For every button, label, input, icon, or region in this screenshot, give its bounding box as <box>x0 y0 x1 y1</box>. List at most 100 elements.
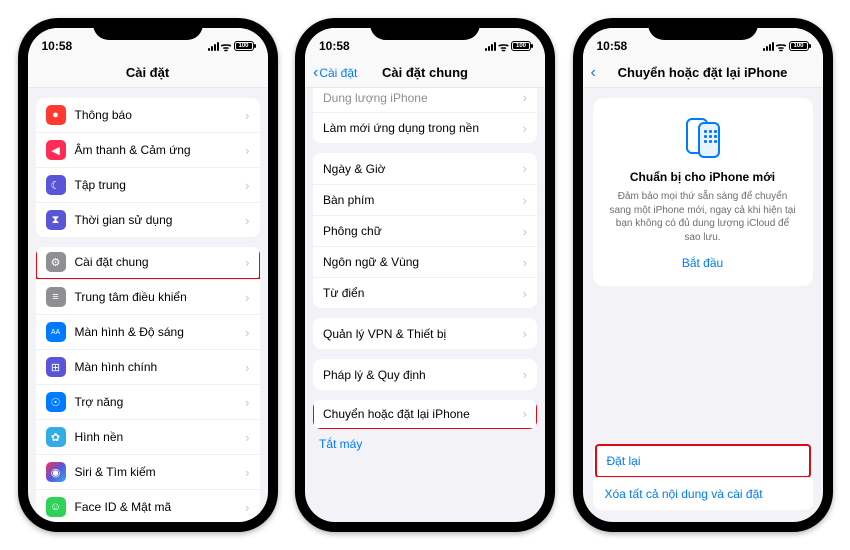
settings-row[interactable]: Phông chữ › <box>313 215 537 246</box>
settings-row[interactable]: Quản lý VPN & Thiết bị › <box>313 318 537 349</box>
settings-row[interactable]: ≡ Trung tâm điều khiển › <box>36 279 260 314</box>
notch <box>93 18 203 40</box>
row-label: Trung tâm điều khiển <box>75 290 246 304</box>
chevron-right-icon: › <box>245 430 249 445</box>
general-group-4: Chuyển hoặc đặt lại iPhone › <box>313 400 537 429</box>
display-icon: AA <box>46 322 66 342</box>
gear-icon: ⚙ <box>46 252 66 272</box>
card-title: Chuẩn bị cho iPhone mới <box>609 170 797 184</box>
signal-icon <box>763 42 774 51</box>
battery-icon: 100 <box>234 41 254 51</box>
row-label: Hình nền <box>75 430 246 444</box>
nav-bar: ‹ Chuyển hoặc đặt lại iPhone <box>583 58 823 88</box>
screen-general: 10:58 ᯤ 100 ‹ Cài đặt Cài đặt chung Dung… <box>305 28 545 522</box>
chevron-right-icon: › <box>245 290 249 305</box>
page-title: Cài đặt chung <box>382 65 468 80</box>
chevron-right-icon: › <box>245 178 249 193</box>
page-title: Chuyển hoặc đặt lại iPhone <box>618 65 788 80</box>
settings-row[interactable]: Từ điển › <box>313 277 537 308</box>
settings-row[interactable]: Ngày & Giờ › <box>313 153 537 184</box>
chevron-right-icon: › <box>245 108 249 123</box>
row-label: Màn hình & Độ sáng <box>75 325 246 339</box>
wallpaper-icon: ✿ <box>46 427 66 447</box>
general-group-3: Pháp lý & Quy định › <box>313 359 537 390</box>
chevron-right-icon: › <box>245 465 249 480</box>
back-button[interactable]: ‹ Cài đặt <box>313 65 357 81</box>
reset-row[interactable]: Xóa tất cả nội dung và cài đặt <box>593 477 813 510</box>
home-icon: ⊞ <box>46 357 66 377</box>
prepare-card: Chuẩn bị cho iPhone mới Đảm bảo mọi thứ … <box>593 98 813 286</box>
wifi-icon: ᯤ <box>498 38 509 55</box>
settings-row[interactable]: Pháp lý & Quy định › <box>313 359 537 390</box>
settings-row[interactable]: ☾ Tập trung › <box>36 167 260 202</box>
row-label: Face ID & Mật mã <box>75 500 246 514</box>
reset-row[interactable]: Đặt lại <box>595 444 811 478</box>
settings-row[interactable]: Bàn phím › <box>313 184 537 215</box>
notch <box>370 18 480 40</box>
settings-row[interactable]: ● Thông báo › <box>36 98 260 132</box>
settings-row[interactable]: ◉ Siri & Tìm kiếm › <box>36 454 260 489</box>
get-started-link[interactable]: Bắt đầu <box>609 256 797 270</box>
status-time: 10:58 <box>597 39 628 53</box>
settings-row[interactable]: ⊞ Màn hình chính › <box>36 349 260 384</box>
signal-icon <box>208 42 219 51</box>
transfer-devices-icon <box>680 114 726 160</box>
settings-row[interactable]: ✿ Hình nền › <box>36 419 260 454</box>
faceid-icon: ☺ <box>46 497 66 517</box>
row-label: Thông báo <box>75 108 246 122</box>
wifi-icon: ᯤ <box>221 38 232 55</box>
speaker-icon: ◀ <box>46 140 66 160</box>
chevron-right-icon: › <box>523 406 527 421</box>
chevron-left-icon: ‹ <box>591 65 596 81</box>
row-label: Cài đặt chung <box>75 255 246 269</box>
general-group-2: Quản lý VPN & Thiết bị › <box>313 318 537 349</box>
settings-row[interactable]: ⚙ Cài đặt chung › <box>36 247 260 280</box>
chevron-right-icon: › <box>523 224 527 239</box>
chevron-right-icon: › <box>523 326 527 341</box>
nav-bar: Cài đặt <box>28 58 268 88</box>
page-title: Cài đặt <box>126 65 169 80</box>
signal-icon <box>485 42 496 51</box>
battery-icon: 100 <box>789 41 809 51</box>
settings-row[interactable]: Chuyển hoặc đặt lại iPhone › <box>313 400 537 429</box>
chevron-right-icon: › <box>523 161 527 176</box>
screen-transfer-reset: 10:58 ᯤ 100 ‹ Chuyển hoặc đặt lại iPhone… <box>583 28 823 522</box>
chevron-right-icon: › <box>523 286 527 301</box>
shutdown-link[interactable]: Tắt máy <box>305 429 545 459</box>
settings-row[interactable]: AA Màn hình & Độ sáng › <box>36 314 260 349</box>
battery-icon: 100 <box>511 41 531 51</box>
chevron-right-icon: › <box>523 121 527 136</box>
chevron-right-icon: › <box>523 90 527 105</box>
row-label: Trợ năng <box>75 395 246 409</box>
siri-icon: ◉ <box>46 462 66 482</box>
chevron-right-icon: › <box>523 193 527 208</box>
row-label: Siri & Tìm kiếm <box>75 465 246 479</box>
back-button[interactable]: ‹ <box>591 65 596 81</box>
status-time: 10:58 <box>319 39 350 53</box>
settings-row[interactable]: ◀ Âm thanh & Cảm ứng › <box>36 132 260 167</box>
chevron-right-icon: › <box>245 213 249 228</box>
chevron-right-icon: › <box>523 367 527 382</box>
chevron-right-icon: › <box>245 360 249 375</box>
settings-row[interactable]: Dung lượng iPhone› <box>313 88 537 112</box>
settings-row[interactable]: ⧗ Thời gian sử dụng › <box>36 202 260 237</box>
phone-frame-1: 10:58 ᯤ 100 Cài đặt ● Thông báo › ◀ Âm t… <box>18 18 278 532</box>
chevron-right-icon: › <box>245 143 249 158</box>
nav-bar: ‹ Cài đặt Cài đặt chung <box>305 58 545 88</box>
settings-row[interactable]: Ngôn ngữ & Vùng › <box>313 246 537 277</box>
bell-icon: ● <box>46 105 66 125</box>
chevron-right-icon: › <box>245 395 249 410</box>
chevron-left-icon: ‹ <box>313 65 318 81</box>
chevron-right-icon: › <box>523 255 527 270</box>
accessibility-icon: ☉ <box>46 392 66 412</box>
settings-group-2: ⚙ Cài đặt chung › ≡ Trung tâm điều khiển… <box>36 247 260 522</box>
settings-row[interactable]: Làm mới ứng dụng trong nền › <box>313 112 537 143</box>
settings-row[interactable]: ☺ Face ID & Mật mã › <box>36 489 260 522</box>
phone-frame-2: 10:58 ᯤ 100 ‹ Cài đặt Cài đặt chung Dung… <box>295 18 555 532</box>
sliders-icon: ≡ <box>46 287 66 307</box>
settings-row[interactable]: ☉ Trợ năng › <box>36 384 260 419</box>
chevron-right-icon: › <box>245 500 249 515</box>
card-desc: Đảm bảo mọi thứ sẵn sàng để chuyển sang … <box>609 190 797 244</box>
screen-settings: 10:58 ᯤ 100 Cài đặt ● Thông báo › ◀ Âm t… <box>28 28 268 522</box>
row-label: Dung lượng iPhone <box>323 91 523 105</box>
